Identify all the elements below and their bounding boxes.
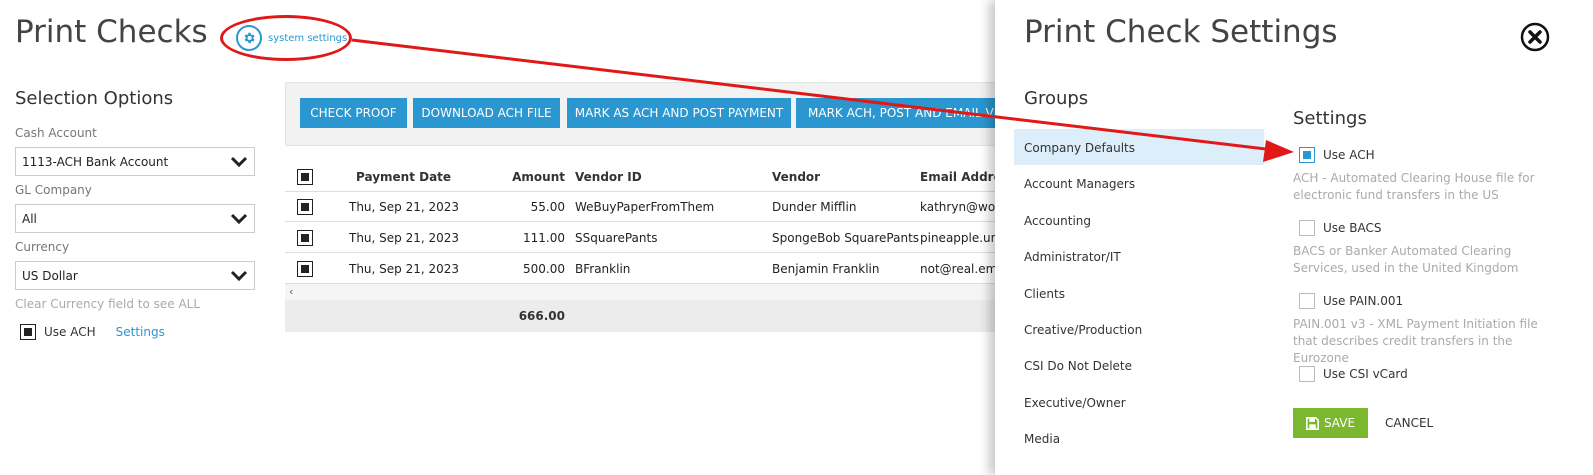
mark-ach-post-payment-button[interactable]: MARK AS ACH AND POST PAYMENT xyxy=(567,98,791,128)
ach-settings-link[interactable]: Settings xyxy=(116,325,165,339)
mark-ach-post-email-button[interactable]: MARK ACH, POST AND EMAIL VEN xyxy=(796,98,1006,128)
group-item-administrator-it[interactable]: Administrator/IT xyxy=(1014,238,1264,274)
cash-account-label: Cash Account xyxy=(15,126,97,140)
groups-title: Groups xyxy=(1024,88,1089,109)
use-pain001-description: PAIN.001 v3 - XML Payment Initiation fil… xyxy=(1293,317,1538,365)
system-settings-label[interactable]: system settings xyxy=(268,33,347,44)
payment-date-cell: Thu, Sep 21, 2023 xyxy=(349,200,460,214)
select-all-checkbox[interactable] xyxy=(297,169,313,185)
cash-account-select[interactable]: 1113-ACH Bank Account xyxy=(15,147,255,176)
close-icon[interactable] xyxy=(1520,22,1550,52)
vendor-id-cell: BFranklin xyxy=(575,262,631,276)
row-checkbox[interactable] xyxy=(297,230,313,246)
horizontal-scrollbar[interactable]: ‹ xyxy=(285,284,1005,300)
column-header-amount[interactable]: Amount xyxy=(512,170,565,184)
grid-header-row: Payment Date Amount Vendor ID Vendor Ema… xyxy=(285,162,1009,192)
total-amount: 666.00 xyxy=(518,309,565,323)
vendor-id-cell: SSquarePants xyxy=(575,231,658,245)
currency-hint: Clear Currency field to see ALL xyxy=(15,297,201,311)
payment-date-cell: Thu, Sep 21, 2023 xyxy=(349,262,460,276)
use-csi-vcard-label: Use CSI vCard xyxy=(1323,367,1408,381)
settings-title: Settings xyxy=(1293,108,1367,129)
use-ach-row: Use ACH Settings xyxy=(20,324,165,340)
use-ach-setting-label: Use ACH xyxy=(1323,148,1375,162)
group-item-media[interactable]: Media xyxy=(1014,420,1264,456)
table-row[interactable]: Thu, Sep 21, 2023 500.00 BFranklin Benja… xyxy=(285,254,1005,284)
use-ach-description: ACH - Automated Clearing House file for … xyxy=(1293,171,1535,202)
table-row[interactable]: Thu, Sep 21, 2023 55.00 WeBuyPaperFromTh… xyxy=(285,192,1005,222)
amount-cell: 111.00 xyxy=(523,231,565,245)
use-pain001-label: Use PAIN.001 xyxy=(1323,294,1404,308)
system-settings-link[interactable]: system settings xyxy=(236,25,347,51)
vendor-cell: SpongeBob SquarePants xyxy=(772,231,920,245)
chevron-down-icon xyxy=(230,213,248,225)
column-header-vendor-id[interactable]: Vendor ID xyxy=(575,170,642,184)
column-header-vendor[interactable]: Vendor xyxy=(772,170,820,184)
email-cell: pineapple.und xyxy=(920,231,1006,245)
payments-grid: Payment Date Amount Vendor ID Vendor Ema… xyxy=(285,162,1009,332)
cash-account-value: 1113-ACH Bank Account xyxy=(22,155,169,169)
email-cell: not@real.ema xyxy=(920,262,1005,276)
gl-company-value: All xyxy=(22,212,37,226)
vendor-cell: Benjamin Franklin xyxy=(772,262,880,276)
group-item-creative-production[interactable]: Creative/Production xyxy=(1014,311,1264,347)
row-checkbox[interactable] xyxy=(297,261,313,277)
download-ach-file-button[interactable]: DOWNLOAD ACH FILE xyxy=(413,98,560,128)
vendor-cell: Dunder Mifflin xyxy=(772,200,857,214)
group-item-executive-owner[interactable]: Executive/Owner xyxy=(1014,384,1264,420)
selection-options-title: Selection Options xyxy=(15,88,174,109)
amount-cell: 55.00 xyxy=(530,200,565,214)
table-row[interactable]: Thu, Sep 21, 2023 111.00 SSquarePants Sp… xyxy=(285,223,1006,253)
panel-title: Print Check Settings xyxy=(1024,14,1338,50)
use-ach-option[interactable]: Use ACH xyxy=(1299,147,1375,163)
group-item-clients[interactable]: Clients xyxy=(1014,275,1264,311)
amount-cell: 500.00 xyxy=(523,262,565,276)
save-button[interactable]: SAVE xyxy=(1293,408,1368,438)
use-bacs-option[interactable]: Use BACS xyxy=(1299,220,1381,236)
gear-icon[interactable] xyxy=(236,25,262,51)
currency-value: US Dollar xyxy=(22,269,78,283)
column-header-payment-date[interactable]: Payment Date xyxy=(356,170,451,184)
use-csi-vcard-checkbox[interactable] xyxy=(1299,366,1315,382)
check-proof-button[interactable]: CHECK PROOF xyxy=(300,98,407,128)
use-bacs-label: Use BACS xyxy=(1323,221,1382,235)
use-ach-label: Use ACH xyxy=(44,325,96,339)
totals-row: 666.00 xyxy=(285,300,1005,332)
group-item-company-defaults[interactable]: Company Defaults xyxy=(1014,129,1264,165)
save-icon xyxy=(1305,416,1319,430)
scroll-left-icon[interactable]: ‹ xyxy=(289,285,293,298)
print-check-settings-panel: Print Check Settings Groups Company Defa… xyxy=(995,0,1593,475)
cancel-button[interactable]: CANCEL xyxy=(1385,416,1433,430)
gl-company-label: GL Company xyxy=(15,183,92,197)
action-toolbar: CHECK PROOF DOWNLOAD ACH FILE MARK AS AC… xyxy=(285,82,1006,146)
use-pain001-option[interactable]: Use PAIN.001 xyxy=(1299,293,1403,309)
group-item-csi-do-not-delete[interactable]: CSI Do Not Delete xyxy=(1014,347,1264,383)
gl-company-select[interactable]: All xyxy=(15,204,255,233)
row-checkbox[interactable] xyxy=(297,199,313,215)
chevron-down-icon xyxy=(230,270,248,282)
group-item-accounting[interactable]: Accounting xyxy=(1014,202,1264,238)
currency-select[interactable]: US Dollar xyxy=(15,261,255,290)
currency-label: Currency xyxy=(15,240,70,254)
use-bacs-checkbox[interactable] xyxy=(1299,220,1315,236)
group-item-account-managers[interactable]: Account Managers xyxy=(1014,165,1264,201)
save-label: SAVE xyxy=(1323,416,1356,430)
payment-date-cell: Thu, Sep 21, 2023 xyxy=(349,231,460,245)
chevron-down-icon xyxy=(230,156,248,168)
use-ach-setting-checkbox[interactable] xyxy=(1299,147,1315,163)
use-csi-vcard-option[interactable]: Use CSI vCard xyxy=(1299,366,1408,382)
use-ach-checkbox[interactable] xyxy=(20,324,36,340)
page-title: Print Checks xyxy=(15,14,208,50)
email-cell: kathryn@wor xyxy=(920,200,1001,214)
use-bacs-description: BACS or Banker Automated Clearing Servic… xyxy=(1293,244,1519,275)
use-pain001-checkbox[interactable] xyxy=(1299,293,1315,309)
vendor-id-cell: WeBuyPaperFromThem xyxy=(575,200,715,214)
